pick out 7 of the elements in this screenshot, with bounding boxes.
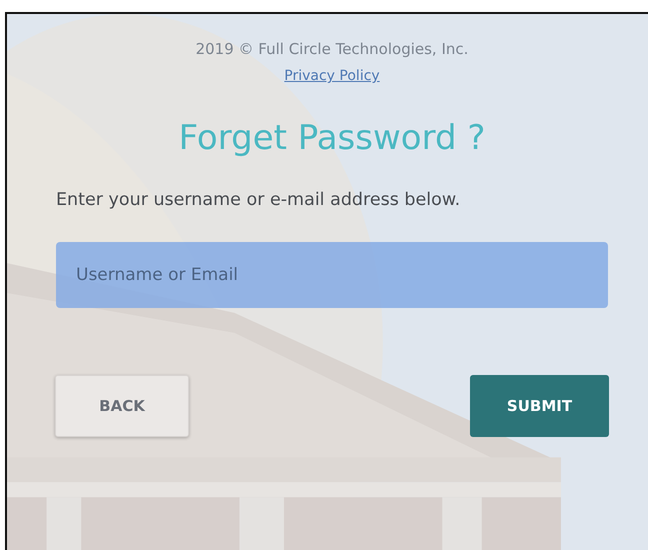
copyright-text: 2019 © Full Circle Technologies, Inc. xyxy=(196,40,468,58)
privacy-policy-link[interactable]: Privacy Policy xyxy=(284,68,380,84)
back-button[interactable]: BACK xyxy=(55,375,189,437)
instruction-text: Enter your username or e-mail address below. xyxy=(56,190,460,210)
submit-button[interactable]: SUBMIT xyxy=(470,375,609,437)
page-title: Forget Password ? xyxy=(178,118,486,158)
username-field[interactable]: Username or Email xyxy=(56,242,608,308)
